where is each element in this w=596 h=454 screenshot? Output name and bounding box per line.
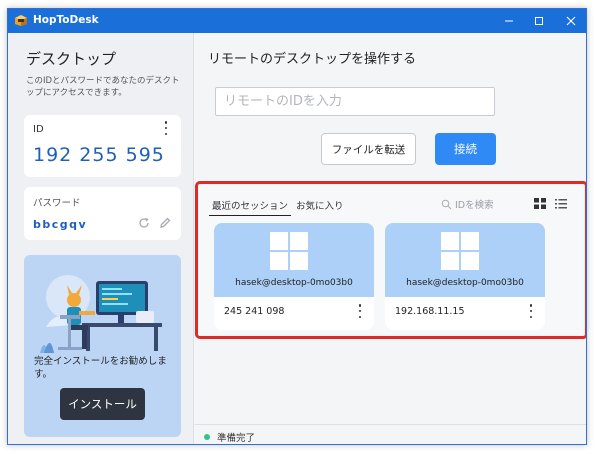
password-card: パスワード bbcgqv xyxy=(24,187,181,240)
minimize-button[interactable] xyxy=(494,9,524,33)
password-value: bbcgqv xyxy=(33,218,88,231)
session-card[interactable]: hasek@desktop-0mo03b0 245 241 098 xyxy=(214,223,374,330)
session-search[interactable]: IDを検索 xyxy=(441,197,494,211)
app-window: HopToDesk デスクトップ このIDとパスワードであなたのデスクトップにア… xyxy=(7,8,587,445)
search-icon xyxy=(441,199,452,209)
more-vertical-icon[interactable] xyxy=(528,304,534,318)
session-thumbnail[interactable]: hasek@desktop-0mo03b0 xyxy=(214,223,374,297)
sidebar-description: このIDとパスワードであなたのデスクトップにアクセスできます。 xyxy=(26,76,180,98)
password-label: パスワード xyxy=(33,198,81,209)
status-indicator xyxy=(204,434,210,440)
windows-logo-icon xyxy=(270,232,308,270)
tab-recent-sessions[interactable]: 最近のセッション xyxy=(209,196,292,216)
windows-logo-icon xyxy=(441,232,479,270)
session-tabs: 最近のセッション お気に入り xyxy=(209,196,349,216)
session-search-placeholder: IDを検索 xyxy=(455,200,494,211)
more-vertical-icon[interactable] xyxy=(163,121,169,135)
id-value: 192 255 595 xyxy=(33,144,165,166)
main-panel: リモートのデスクトップを操作する ファイルを転送 接続 最近のセッション お気に… xyxy=(195,33,586,444)
maximize-button[interactable] xyxy=(524,9,554,33)
session-user: hasek@desktop-0mo03b0 xyxy=(406,278,524,288)
status-bar: 準備完了 xyxy=(195,424,586,444)
main-title: リモートのデスクトップを操作する xyxy=(208,52,417,67)
sessions-panel: 最近のセッション お気に入り IDを検索 hasek@desktop-0mo03… xyxy=(195,181,586,339)
list-view-icon[interactable] xyxy=(555,198,567,209)
session-id: 192.168.11.15 xyxy=(395,306,465,317)
connect-button[interactable]: 接続 xyxy=(435,133,496,165)
transfer-file-button[interactable]: ファイルを転送 xyxy=(321,133,416,165)
refresh-icon[interactable] xyxy=(137,216,151,230)
maximize-icon xyxy=(535,17,543,25)
sidebar-title: デスクトップ xyxy=(26,50,117,68)
install-recommendation-text: 完全インストールをお勧めします。 xyxy=(34,356,167,380)
person-at-computer-illustration xyxy=(40,275,162,353)
sidebar: デスクトップ このIDとパスワードであなたのデスクトップにアクセスできます。 I… xyxy=(8,33,194,444)
id-card: ID 192 255 595 xyxy=(24,115,181,177)
window-title: HopToDesk xyxy=(33,14,99,26)
session-id: 245 241 098 xyxy=(224,306,285,317)
id-label: ID xyxy=(33,124,44,135)
more-vertical-icon[interactable] xyxy=(357,304,363,318)
minimize-icon xyxy=(505,20,513,22)
tab-favorites[interactable]: お気に入り xyxy=(293,196,347,216)
install-button[interactable]: インストール xyxy=(60,388,145,420)
grid-view-icon[interactable] xyxy=(534,198,546,209)
hoptodesk-logo-icon xyxy=(15,15,27,26)
remote-id-input[interactable] xyxy=(215,87,495,116)
session-card[interactable]: hasek@desktop-0mo03b0 192.168.11.15 xyxy=(385,223,545,330)
close-icon xyxy=(566,16,576,26)
pencil-icon[interactable] xyxy=(158,216,172,230)
session-thumbnail[interactable]: hasek@desktop-0mo03b0 xyxy=(385,223,545,297)
install-card: 完全インストールをお勧めします。 インストール xyxy=(24,255,181,437)
title-bar[interactable]: HopToDesk xyxy=(8,9,586,33)
session-user: hasek@desktop-0mo03b0 xyxy=(235,278,353,288)
status-text: 準備完了 xyxy=(217,433,256,444)
close-button[interactable] xyxy=(556,9,586,33)
